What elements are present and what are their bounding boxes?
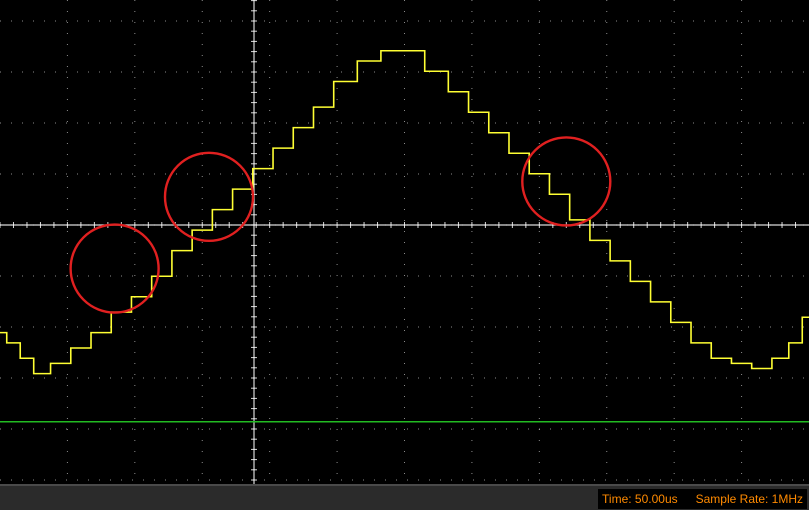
status-bar: Time: 50.00us Sample Rate: 1MHz <box>0 484 809 510</box>
oscilloscope-display <box>0 0 809 484</box>
time-per-division-readout: Time: 50.00us <box>602 492 678 506</box>
readout-panel: Time: 50.00us Sample Rate: 1MHz <box>598 489 807 509</box>
sample-rate-readout: Sample Rate: 1MHz <box>695 492 803 506</box>
